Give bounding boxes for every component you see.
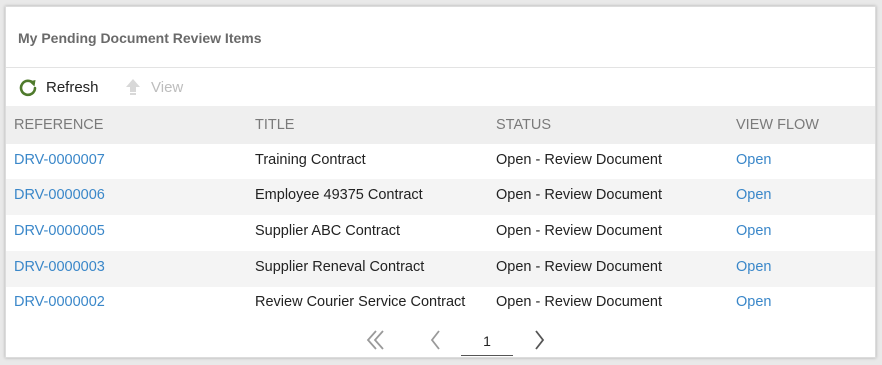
view-flow-link[interactable]: Open — [736, 223, 771, 239]
status-cell: Open - Review Document — [496, 294, 663, 310]
title-cell: Supplier ABC Contract — [255, 223, 401, 239]
title-divider — [6, 67, 875, 68]
view-label: View — [151, 78, 184, 96]
next-page-icon[interactable] — [527, 328, 551, 352]
arrow-up-icon — [123, 77, 143, 97]
view-flow-link[interactable]: Open — [736, 187, 771, 203]
column-header-reference[interactable]: REFERENCE — [14, 117, 103, 133]
reference-link[interactable]: DRV-0000006 — [14, 187, 105, 203]
title-cell: Supplier Reneval Contract — [255, 259, 425, 275]
status-cell: Open - Review Document — [496, 223, 663, 239]
table-header: REFERENCE TITLE STATUS VIEW FLOW — [6, 106, 875, 144]
column-header-view-flow[interactable]: VIEW FLOW — [736, 117, 819, 133]
table-row[interactable]: DRV-0000005 Supplier ABC Contract Open -… — [6, 215, 875, 251]
refresh-button[interactable]: Refresh — [18, 75, 99, 99]
table-row[interactable]: DRV-0000006 Employee 49375 Contract Open… — [6, 179, 875, 215]
table-row[interactable]: DRV-0000003 Supplier Reneval Contract Op… — [6, 251, 875, 287]
pending-review-panel: My Pending Document Review Items Refresh… — [5, 6, 876, 358]
title-cell: Training Contract — [255, 152, 366, 168]
refresh-icon — [18, 77, 38, 97]
title-cell: Review Courier Service Contract — [255, 294, 466, 310]
panel-title: My Pending Document Review Items — [18, 30, 262, 46]
table-row[interactable]: DRV-0000007 Training Contract Open - Rev… — [6, 144, 875, 180]
status-cell: Open - Review Document — [496, 152, 663, 168]
reference-link[interactable]: DRV-0000007 — [14, 152, 105, 168]
reference-link[interactable]: DRV-0000003 — [14, 259, 105, 275]
column-header-title[interactable]: TITLE — [255, 117, 294, 133]
pagination — [6, 325, 875, 356]
page-number-input[interactable] — [461, 327, 513, 356]
view-flow-link[interactable]: Open — [736, 259, 771, 275]
reference-link[interactable]: DRV-0000002 — [14, 294, 105, 310]
previous-page-icon[interactable] — [424, 328, 448, 352]
title-cell: Employee 49375 Contract — [255, 187, 423, 203]
view-flow-link[interactable]: Open — [736, 152, 771, 168]
column-header-status[interactable]: STATUS — [496, 117, 551, 133]
table-row[interactable]: DRV-0000002 Review Courier Service Contr… — [6, 286, 875, 322]
view-button[interactable]: View — [123, 75, 183, 99]
view-flow-link[interactable]: Open — [736, 294, 771, 310]
status-cell: Open - Review Document — [496, 187, 663, 203]
first-page-icon[interactable] — [364, 328, 388, 352]
refresh-label: Refresh — [46, 78, 99, 96]
reference-link[interactable]: DRV-0000005 — [14, 223, 105, 239]
status-cell: Open - Review Document — [496, 259, 663, 275]
